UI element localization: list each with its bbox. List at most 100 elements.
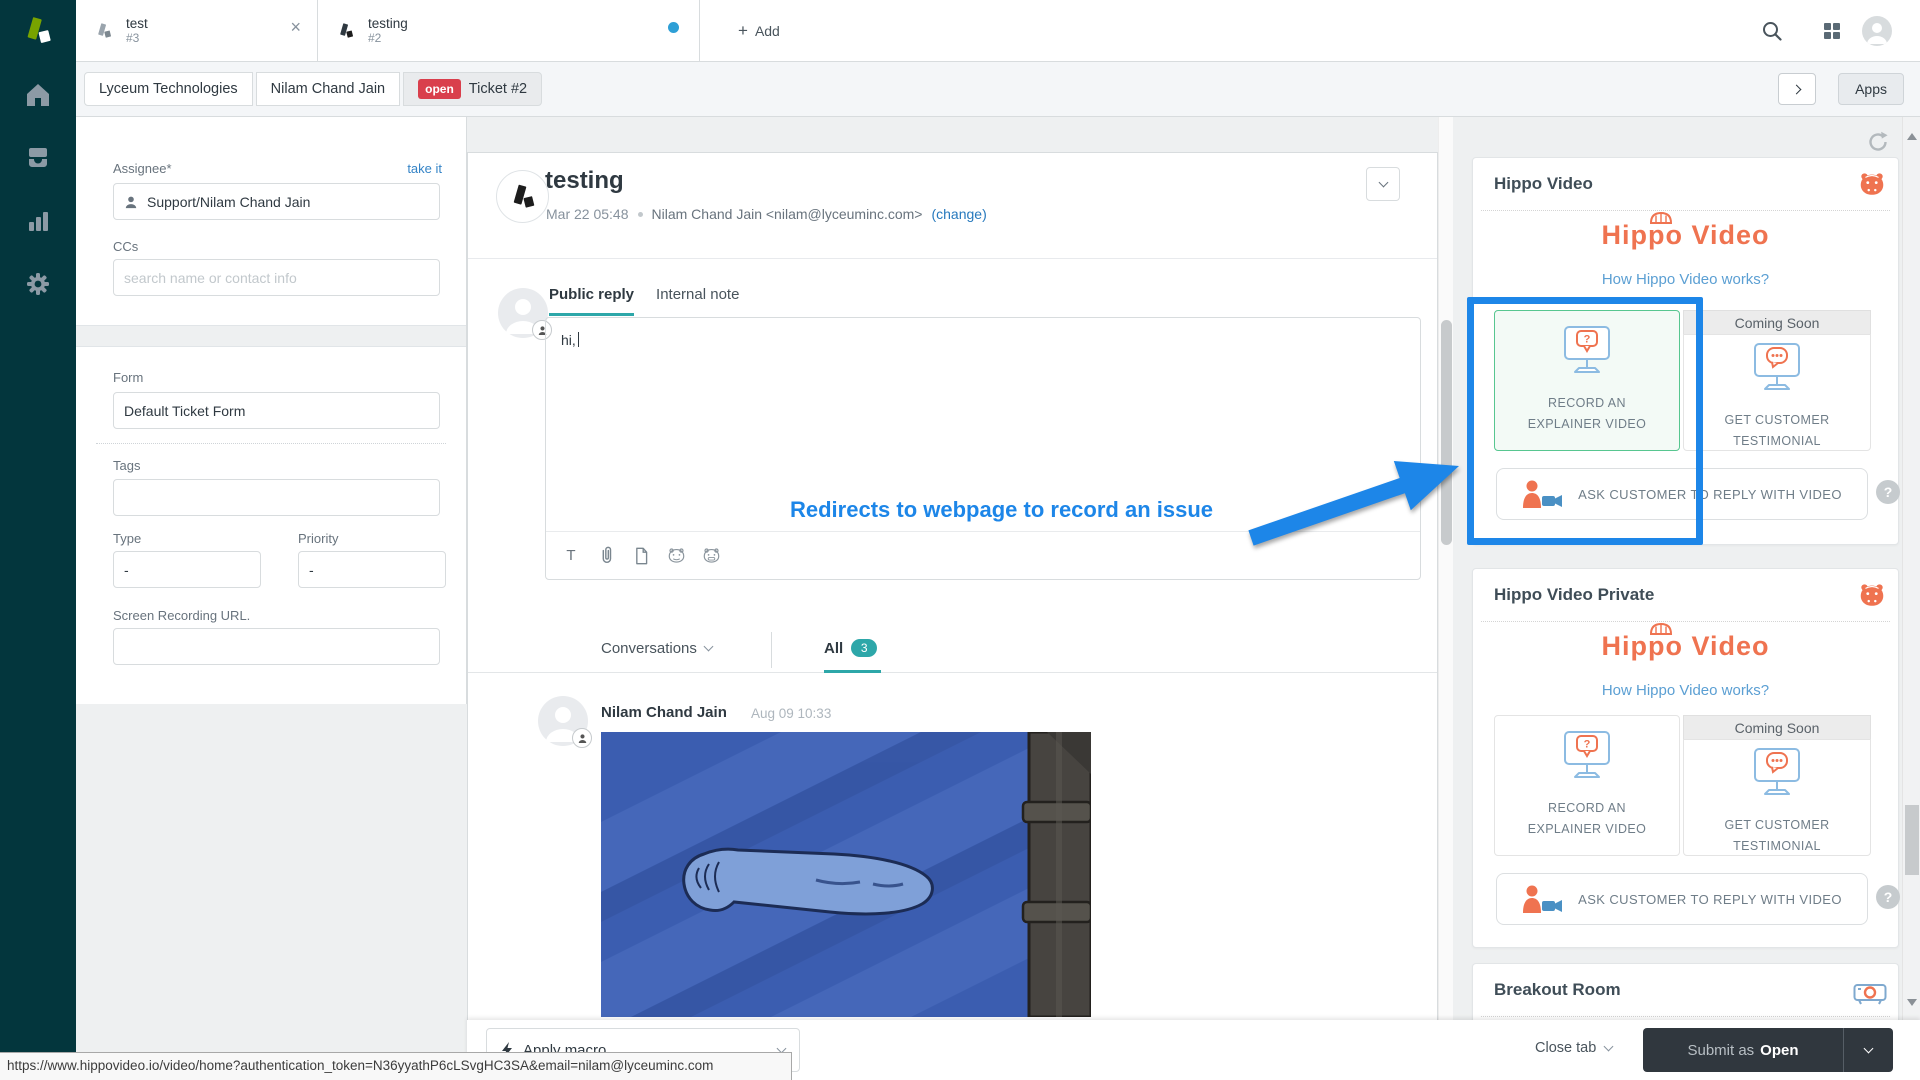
person-icon xyxy=(124,195,138,209)
help-button[interactable]: ? xyxy=(1876,885,1900,909)
app-card-hippo-video: Hippo Video Hippo Video xyxy=(1472,157,1899,545)
tile-label-line: GET CUSTOMER xyxy=(1684,815,1870,836)
collapse-panel-button[interactable] xyxy=(1778,73,1816,105)
gear-icon xyxy=(24,270,52,298)
document-icon xyxy=(633,546,650,566)
ticket-header: testing Mar 22 05:48 Nilam Chand Jain <n… xyxy=(468,153,1437,259)
hippo-face-icon xyxy=(1857,580,1887,615)
apps-sidebar: Hippo Video Hippo Video xyxy=(1453,117,1902,1080)
take-it-link[interactable]: take it xyxy=(407,161,442,176)
priority-select[interactable]: - xyxy=(298,551,446,588)
hippo-video-logo-text: Hippo Video xyxy=(1601,631,1769,661)
ticket-tab-test[interactable]: test #3 × xyxy=(76,0,318,61)
screen-recording-url-input[interactable] xyxy=(113,628,440,665)
monitor-question-icon: ? xyxy=(1558,729,1616,783)
refresh-apps-button[interactable] xyxy=(1866,130,1890,154)
type-value: - xyxy=(124,562,129,578)
priority-label: Priority xyxy=(298,531,338,546)
app-card-hippo-video-private: Hippo Video Private Hippo Video xyxy=(1472,568,1899,948)
submit-status-label: Open xyxy=(1760,1042,1798,1059)
apps-scrollbar[interactable] xyxy=(1902,117,1920,1020)
record-explainer-video-tile[interactable]: ? RECORD AN EXPLAINER VIDEO xyxy=(1494,715,1680,856)
insert-document-button[interactable] xyxy=(630,545,652,567)
screen-recording-url-label: Screen Recording URL. xyxy=(113,608,250,623)
tile-label-line: EXPLAINER VIDEO xyxy=(1495,819,1679,840)
submit-main[interactable]: Submit as Open xyxy=(1643,1028,1843,1072)
tags-input[interactable] xyxy=(113,479,440,516)
breadcrumb-person[interactable]: Nilam Chand Jain xyxy=(256,72,400,106)
app-card-title: Hippo Video Private xyxy=(1494,585,1654,605)
message-timestamp: Aug 09 10:33 xyxy=(751,706,831,721)
tile-label-line: RECORD AN xyxy=(1495,798,1679,819)
submit-options-button[interactable] xyxy=(1843,1028,1893,1072)
chevron-down-icon xyxy=(1864,1043,1874,1053)
reply-editor[interactable]: hi, T xyxy=(545,317,1421,580)
add-label: Add xyxy=(755,23,780,39)
top-bar: test #3 × testing #2 + Add xyxy=(76,0,1920,62)
scrollbar-thumb[interactable] xyxy=(1905,805,1919,875)
browser-status-tooltip: https://www.hippovideo.io/video/home?aut… xyxy=(0,1052,792,1080)
conversations-filter[interactable]: Conversations xyxy=(601,640,712,657)
ticket-tab-icon xyxy=(94,21,114,41)
ask-customer-reply-video-button[interactable]: ASK CUSTOMER TO REPLY WITH VIDEO xyxy=(1496,873,1868,925)
ticket-tab-testing[interactable]: testing #2 xyxy=(318,0,700,61)
requester-org-avatar xyxy=(496,170,549,223)
how-hippo-video-works-link[interactable]: How Hippo Video works? xyxy=(1473,682,1898,699)
text-format-button[interactable]: T xyxy=(560,545,582,567)
tab-internal-note[interactable]: Internal note xyxy=(656,286,739,316)
priority-value: - xyxy=(309,562,314,578)
hippo-video-library-button[interactable] xyxy=(700,545,722,567)
get-customer-testimonial-tile[interactable]: Coming Soon GET CUSTOMER TESTIMONIAL xyxy=(1683,715,1871,856)
assignee-select[interactable]: Support/Nilam Chand Jain xyxy=(113,183,440,220)
scroll-up-icon[interactable] xyxy=(1907,133,1917,140)
breadcrumb-org[interactable]: Lyceum Technologies xyxy=(84,72,253,106)
add-tab-button[interactable]: + Add xyxy=(722,0,796,61)
scrollbar-thumb[interactable] xyxy=(1441,320,1452,545)
header-menu-button[interactable] xyxy=(1366,167,1400,201)
ask-button-label: ASK CUSTOMER TO REPLY WITH VIDEO xyxy=(1578,892,1842,907)
app-card-title: Hippo Video xyxy=(1494,174,1593,194)
dotted-divider xyxy=(96,443,446,444)
apps-grid-button[interactable] xyxy=(1814,13,1850,49)
how-hippo-video-works-link[interactable]: How Hippo Video works? xyxy=(1473,271,1898,288)
projector-icon xyxy=(1853,978,1887,1011)
apps-toggle-button[interactable]: Apps xyxy=(1838,73,1904,105)
message-attachment-image[interactable] xyxy=(601,732,1091,1017)
coming-soon-banner: Coming Soon xyxy=(1683,310,1871,334)
close-tab-button[interactable]: Close tab xyxy=(1535,1040,1612,1056)
product-logo[interactable] xyxy=(0,0,76,62)
main-scrollbar[interactable] xyxy=(1438,117,1453,1020)
refresh-icon xyxy=(1866,130,1890,154)
breadcrumb-person-label: Nilam Chand Jain xyxy=(271,81,385,97)
submit-button[interactable]: Submit as Open xyxy=(1643,1028,1893,1072)
attach-file-button[interactable] xyxy=(595,545,617,567)
ticket-properties-panel: Assignee* take it Support/Nilam Chand Ja… xyxy=(76,117,467,704)
ccs-input[interactable] xyxy=(113,259,440,296)
cartoon-arm-image xyxy=(601,732,1091,1017)
chevron-down-icon xyxy=(703,642,713,652)
close-tab-icon[interactable]: × xyxy=(290,18,301,36)
help-button[interactable]: ? xyxy=(1876,480,1900,504)
search-button[interactable] xyxy=(1754,13,1790,49)
tile-label-line: TESTIMONIAL xyxy=(1684,836,1870,857)
tab-public-reply[interactable]: Public reply xyxy=(549,286,634,316)
tags-label: Tags xyxy=(113,458,140,473)
hippo-face-icon xyxy=(1857,169,1887,204)
record-explainer-video-tile[interactable]: ? RECORD AN EXPLAINER VIDEO xyxy=(1494,310,1680,451)
scroll-down-icon[interactable] xyxy=(1907,999,1917,1006)
plus-icon: + xyxy=(738,21,748,41)
type-select[interactable]: - xyxy=(113,551,261,588)
breadcrumb-ticket-label: Ticket #2 xyxy=(469,81,527,97)
change-requester-link[interactable]: (change) xyxy=(931,206,986,222)
tab-all-conversations[interactable]: All 3 xyxy=(824,639,877,657)
get-customer-testimonial-tile[interactable]: Coming Soon GET CUSTOMER TESTIMONIAL xyxy=(1683,310,1871,451)
nav-views-button[interactable] xyxy=(23,143,53,173)
form-select[interactable]: Default Ticket Form xyxy=(113,392,440,429)
nav-home-button[interactable] xyxy=(23,80,53,110)
user-avatar[interactable] xyxy=(1862,16,1892,46)
ask-customer-reply-video-button[interactable]: ASK CUSTOMER TO REPLY WITH VIDEO xyxy=(1496,468,1868,520)
breadcrumb-ticket[interactable]: open Ticket #2 xyxy=(403,72,542,106)
hippo-video-record-button[interactable] xyxy=(665,545,687,567)
nav-reports-button[interactable] xyxy=(23,206,53,236)
nav-admin-button[interactable] xyxy=(23,269,53,299)
